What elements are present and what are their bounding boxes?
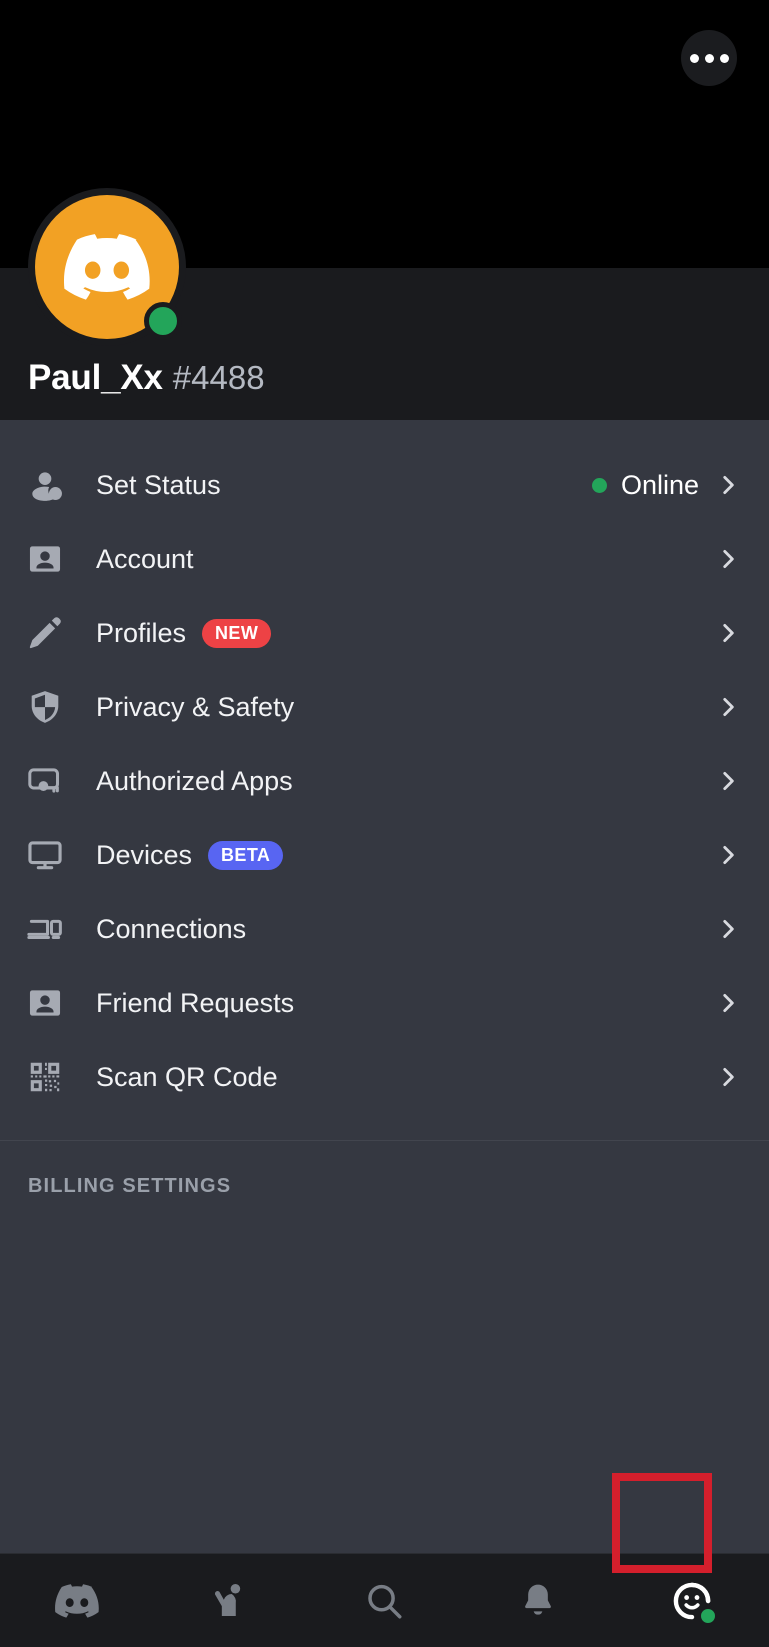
- beta-badge: BETA: [208, 840, 284, 870]
- identity-strip: Paul_Xx #4488: [0, 188, 769, 420]
- discord-logo-icon: [64, 234, 150, 300]
- discord-user-settings-screen: Paul_Xx #4488 Set Status Online Account …: [0, 0, 769, 1647]
- settings-row-right: [715, 916, 741, 942]
- settings-row-right: [715, 990, 741, 1016]
- chevron-right-icon: [715, 472, 741, 498]
- status-value-text: Online: [620, 469, 699, 500]
- chevron-right-icon: [715, 694, 741, 720]
- more-dot-1: [689, 53, 699, 63]
- status-badge: [144, 302, 182, 340]
- authorized-apps-key-icon: [26, 762, 72, 800]
- chevron-right-icon: [715, 1064, 741, 1090]
- settings-row-profiles[interactable]: Profiles NEW: [0, 596, 769, 670]
- settings-row-label: Authorized Apps: [96, 765, 293, 796]
- settings-row-devices[interactable]: Devices BETA: [0, 818, 769, 892]
- person-wave-icon: [214, 1583, 240, 1616]
- more-options-button[interactable]: [681, 30, 737, 86]
- settings-row-label: Scan QR Code: [96, 1061, 278, 1092]
- smiley-avatar-icon: [669, 1578, 719, 1626]
- more-dot-3: [719, 53, 729, 63]
- bell-icon: [525, 1584, 552, 1615]
- tab-notifications[interactable]: [461, 1554, 615, 1647]
- person-card-icon: [26, 984, 72, 1022]
- more-dot-2: [704, 53, 714, 63]
- chevron-right-icon: [715, 768, 741, 794]
- chevron-right-icon: [715, 620, 741, 646]
- settings-row-label: Privacy & Safety: [96, 691, 295, 722]
- settings-row-authorized-apps[interactable]: Authorized Apps: [0, 744, 769, 818]
- bottom-tab-bar: [0, 1553, 769, 1647]
- settings-row-friend-requests[interactable]: Friend Requests: [0, 966, 769, 1040]
- settings-row-privacy-safety[interactable]: Privacy & Safety: [0, 670, 769, 744]
- settings-row-right: [715, 546, 741, 572]
- settings-list: Set Status Online Account Profiles NEW P…: [0, 420, 769, 1553]
- chevron-right-icon: [715, 916, 741, 942]
- chevron-right-icon: [715, 990, 741, 1016]
- settings-row-scan-qr-code[interactable]: Scan QR Code: [0, 1040, 769, 1114]
- status-value: Online: [591, 469, 699, 501]
- account-card-icon: [26, 540, 72, 578]
- chevron-right-icon: [715, 842, 741, 868]
- settings-row-label: Devices: [96, 839, 193, 870]
- settings-row-right: [715, 1064, 741, 1090]
- settings-row-set-status[interactable]: Set Status Online: [0, 448, 769, 522]
- shield-icon: [26, 688, 72, 726]
- settings-row-label: Connections: [96, 913, 247, 944]
- settings-row-connections[interactable]: Connections: [0, 892, 769, 966]
- username-row: Paul_Xx #4488: [28, 358, 265, 398]
- settings-row-label: Set Status: [96, 469, 221, 500]
- search-icon: [368, 1584, 402, 1618]
- settings-row-right: [715, 620, 741, 646]
- tab-profile[interactable]: [615, 1554, 769, 1647]
- discord-logo-icon: [54, 1583, 99, 1618]
- section-header-billing: BILLING SETTINGS: [28, 1175, 232, 1197]
- qr-code-icon: [26, 1058, 72, 1096]
- settings-row-right: [715, 768, 741, 794]
- settings-row-label: Profiles: [96, 617, 187, 648]
- settings-row-right: [715, 694, 741, 720]
- laptop-phone-icon: [26, 910, 72, 948]
- discriminator: #4488: [172, 359, 265, 396]
- online-dot-icon: [591, 477, 607, 493]
- username: Paul_Xx: [28, 358, 163, 397]
- tab-servers[interactable]: [0, 1554, 154, 1647]
- pencil-icon: [26, 614, 72, 652]
- settings-row-right: Online: [591, 469, 741, 501]
- settings-row-label: Friend Requests: [96, 987, 295, 1018]
- tab-friends[interactable]: [154, 1554, 308, 1647]
- tab-profile-status-dot: [698, 1605, 719, 1626]
- person-status-icon: [26, 466, 72, 504]
- new-badge: NEW: [202, 618, 272, 648]
- settings-row-label: Account: [96, 543, 194, 574]
- monitor-icon: [26, 836, 72, 874]
- settings-row-right: [715, 842, 741, 868]
- avatar[interactable]: [28, 188, 186, 346]
- tab-search[interactable]: [308, 1554, 462, 1647]
- chevron-right-icon: [715, 546, 741, 572]
- settings-row-account[interactable]: Account: [0, 522, 769, 596]
